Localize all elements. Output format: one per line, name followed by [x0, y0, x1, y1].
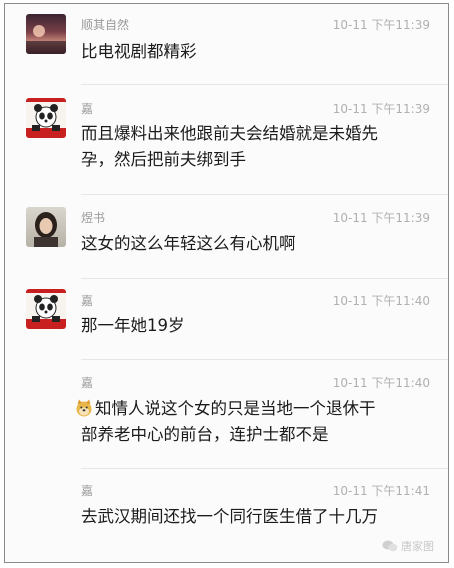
comment-text: 知情人说这个女的只是当地一个退休干 部养老中心的前台，连护士都不是 — [75, 396, 430, 448]
comment-time: 10-11 下午11:40 — [332, 376, 430, 390]
comment-list: 顺其自然 10-11 下午11:39 比电视剧都精彩 嘉 10-11 下午11:… — [4, 3, 449, 563]
panda-avatar[interactable] — [26, 289, 66, 329]
comment-line: 而且爆料出来他跟前夫会结婚就是未婚先 — [81, 124, 378, 143]
comment-text: 而且爆料出来他跟前夫会结婚就是未婚先 孕，然后把前夫绑到手 — [81, 121, 436, 173]
divider — [81, 194, 448, 195]
wechat-icon — [382, 540, 397, 552]
divider — [81, 84, 448, 85]
comment-line: 比电视剧都精彩 — [81, 42, 197, 61]
sunset-avatar[interactable] — [26, 14, 66, 54]
comment-line: 那一年她19岁 — [81, 316, 185, 335]
comment-line: 这女的这么年轻这么有心机啊 — [81, 234, 296, 253]
woman-avatar[interactable] — [26, 207, 66, 247]
comment-line-text: 知情人说这个女的只是当地一个退休干 — [95, 399, 376, 418]
comment-author[interactable]: 嘉 — [81, 482, 93, 499]
comment-line: 孕，然后把前夫绑到手 — [81, 150, 246, 169]
doge-emoji-icon — [76, 399, 92, 417]
comment-author[interactable]: 煜书 — [81, 209, 105, 226]
comment-text: 比电视剧都精彩 — [81, 39, 436, 65]
watermark: 唐家图 — [382, 538, 434, 554]
comment-text: 这女的这么年轻这么有心机啊 — [81, 231, 436, 257]
panda-avatar[interactable] — [26, 98, 66, 138]
watermark-text: 唐家图 — [401, 540, 434, 553]
comment-author[interactable]: 顺其自然 — [81, 16, 129, 33]
comment-author[interactable]: 嘉 — [81, 374, 93, 391]
divider — [81, 278, 448, 279]
comment-author[interactable]: 嘉 — [81, 100, 93, 117]
comment-text: 那一年她19岁 — [81, 313, 436, 339]
comment-line: 去武汉期间还找一个同行医生借了十几万 — [81, 507, 378, 526]
comment-time: 10-11 下午11:39 — [332, 102, 430, 116]
divider — [81, 359, 448, 360]
comment-time: 10-11 下午11:39 — [332, 18, 430, 32]
divider — [81, 468, 448, 469]
comment-line: 部养老中心的前台，连护士都不是 — [81, 425, 329, 444]
comment-author[interactable]: 嘉 — [81, 292, 93, 309]
comment-time: 10-11 下午11:40 — [332, 294, 430, 308]
comment-time: 10-11 下午11:41 — [332, 484, 430, 498]
comment-line: 知情人说这个女的只是当地一个退休干 — [75, 396, 430, 422]
comment-text: 去武汉期间还找一个同行医生借了十几万 — [81, 504, 436, 530]
comment-time: 10-11 下午11:39 — [332, 211, 430, 225]
